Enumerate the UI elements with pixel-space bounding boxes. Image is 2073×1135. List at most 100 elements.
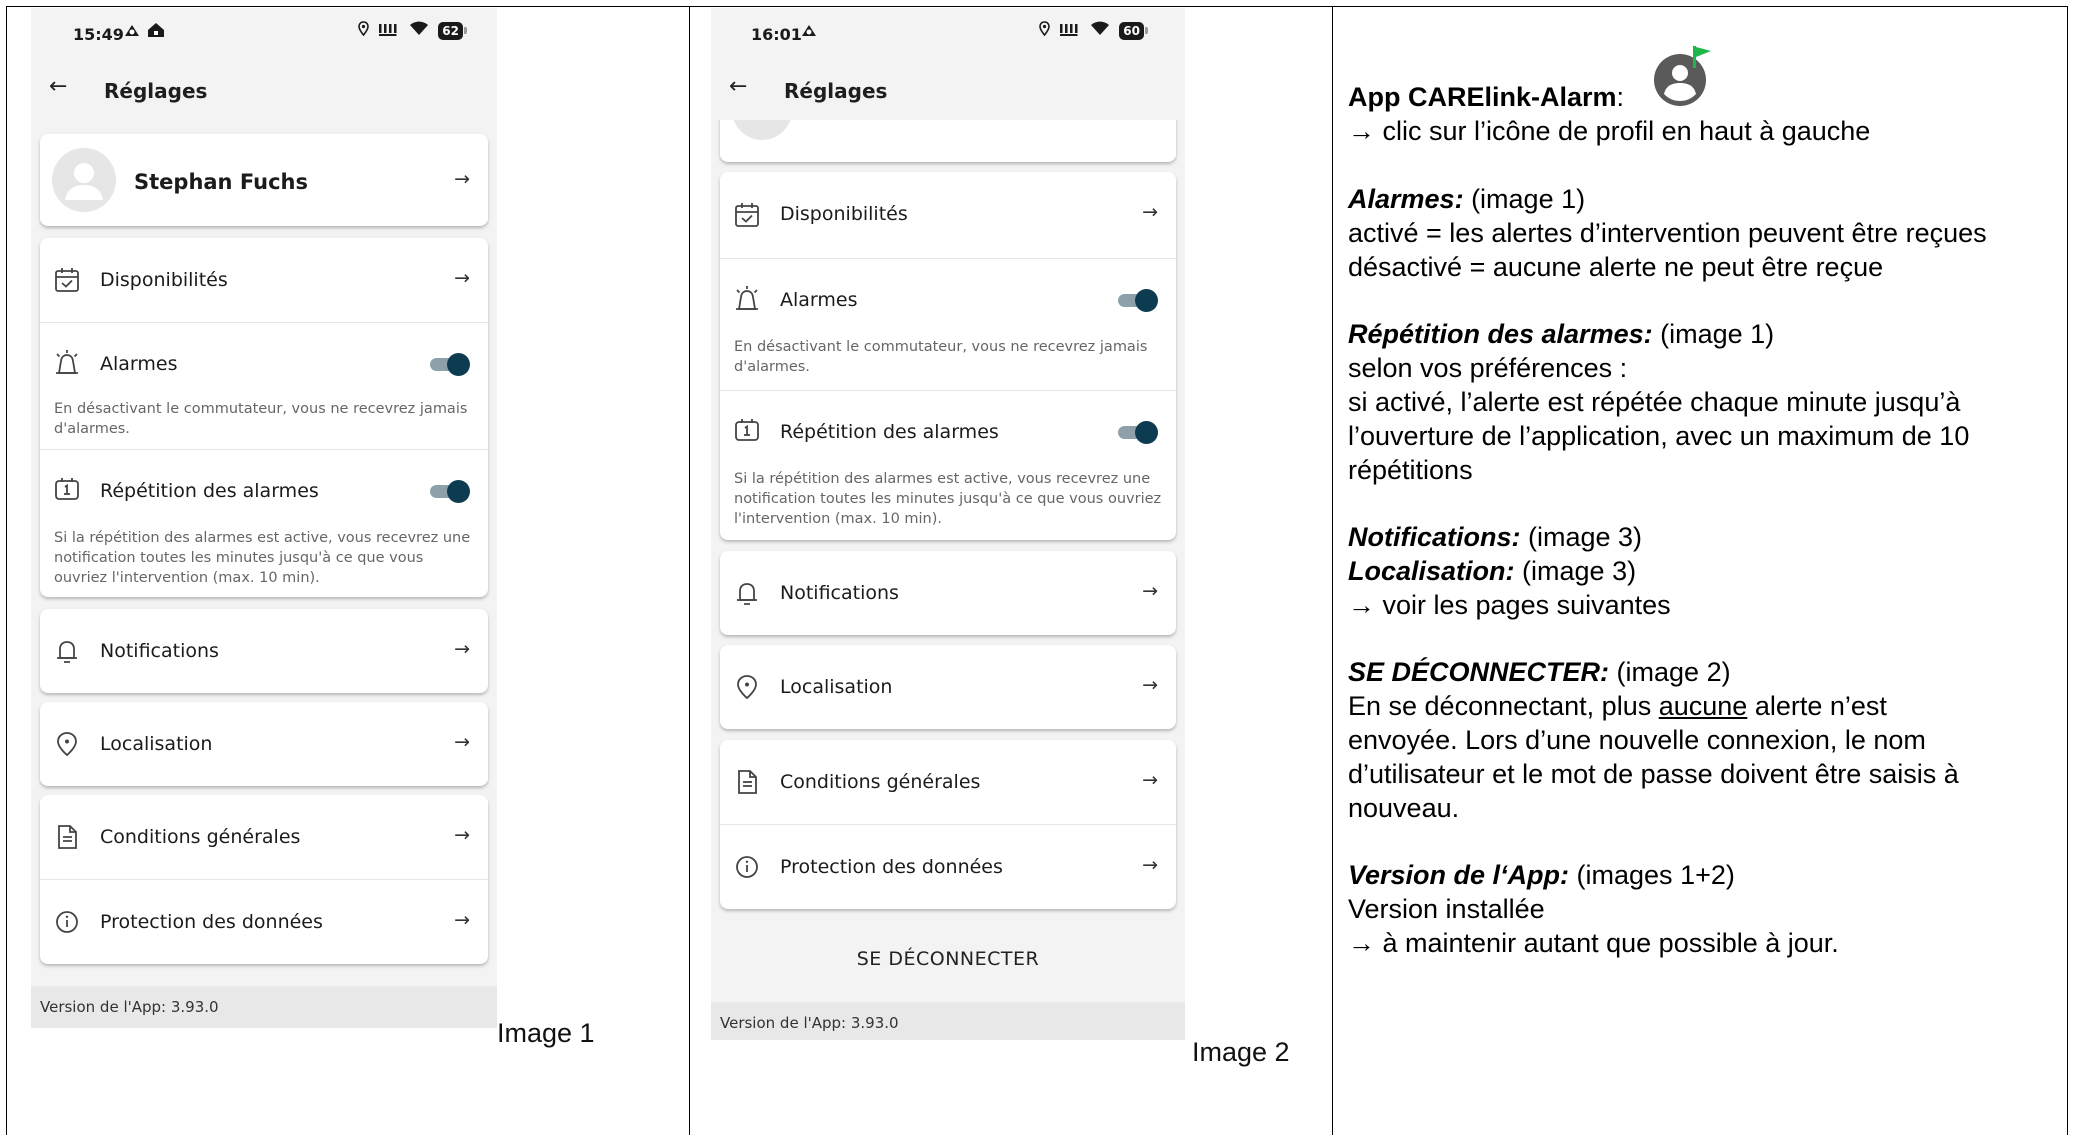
avatar [732, 120, 792, 140]
arrow-right-icon: → [454, 267, 470, 289]
alarms-line: activé = les alertes d’intervention peuv… [1348, 218, 1987, 248]
alarm-icon [53, 349, 81, 381]
calendar-icon [53, 238, 81, 322]
bell-icon [53, 609, 81, 693]
notifications-card[interactable]: Notifications → [40, 609, 488, 693]
row-label: Disponibilités [100, 269, 228, 291]
logout-line: d’utilisateur et le mot de passe doivent… [1348, 759, 1959, 789]
alarms-toggle[interactable] [1118, 288, 1158, 312]
see-next-line: → voir les pages suivantes [1348, 590, 1671, 620]
logout-line: nouveau. [1348, 793, 1460, 823]
arrow-right-icon: → [1142, 580, 1158, 602]
wifi-icon [409, 21, 429, 40]
logout-line: En se déconnectant, plus aucune alerte n… [1348, 691, 1887, 721]
image-caption: Image 1 [497, 1018, 595, 1048]
row-availability[interactable]: Disponibilités → [720, 172, 1176, 258]
column-divider [689, 6, 690, 1135]
wifi-icon [1090, 21, 1110, 40]
row-label: Répétition des alarmes [780, 421, 999, 443]
profile-card[interactable]: Stephan Fuchs → [40, 134, 488, 226]
row-label: Alarmes [100, 353, 178, 375]
row-location[interactable]: Localisation → [40, 702, 488, 786]
back-arrow-icon[interactable]: ← [729, 74, 747, 99]
row-terms[interactable]: Conditions générales → [40, 795, 488, 879]
signal-icon [378, 22, 400, 40]
repeat-line: répétitions [1348, 455, 1473, 485]
arrow-right-icon: → [454, 909, 470, 931]
app-version: Version de l'App: 3.93.0 [720, 1014, 899, 1032]
back-arrow-icon[interactable]: ← [49, 74, 67, 99]
row-label: Alarmes [780, 289, 858, 311]
home-icon [147, 22, 165, 43]
profile-card[interactable] [720, 120, 1176, 162]
alarms-toggle[interactable] [430, 352, 470, 376]
document-icon [53, 795, 81, 879]
row-alarms: Alarmes En désactivant le commutateur, v… [720, 258, 1176, 390]
battery-indicator: 60 [1119, 21, 1148, 40]
version-line: Version installée [1348, 894, 1545, 924]
location-card[interactable]: Localisation → [720, 645, 1176, 729]
row-label: Répétition des alarmes [100, 480, 319, 502]
row-privacy[interactable]: Protection des données → [720, 824, 1176, 908]
logout-button[interactable]: SE DÉCONNECTER [711, 948, 1185, 970]
version-line: → à maintenir autant que possible à jour… [1348, 928, 1839, 958]
row-availability[interactable]: Disponibilités → [40, 238, 488, 322]
row-label: Localisation [100, 733, 213, 755]
row-label: Localisation [780, 676, 893, 698]
row-terms[interactable]: Conditions générales → [720, 740, 1176, 824]
alarms-heading: Alarmes: (image 1) [1348, 184, 1586, 214]
status-bar: 16:01 60 [711, 8, 1185, 60]
location-heading: Localisation: (image 3) [1348, 556, 1637, 586]
arrow-right-icon: → [454, 638, 470, 660]
document-icon [733, 740, 761, 824]
settings-card: Disponibilités → Alarmes En désactivant … [720, 172, 1176, 540]
row-repeat-alarms: Répétition des alarmes Si la répétition … [40, 449, 488, 597]
bell-icon [733, 551, 761, 635]
signal-icon [1059, 22, 1081, 40]
legal-card: Conditions générales → Protection des do… [720, 740, 1176, 909]
page-title: Réglages [784, 79, 888, 103]
arrow-right-icon: → [454, 824, 470, 846]
row-notifications[interactable]: Notifications → [720, 551, 1176, 635]
logout-line: envoyée. Lors d’une nouvelle connexion, … [1348, 725, 1926, 755]
image-caption: Image 2 [1192, 1037, 1290, 1067]
location-status-icon [358, 21, 370, 40]
repeat-alarms-toggle[interactable] [430, 479, 470, 503]
profile-name: Stephan Fuchs [134, 170, 308, 194]
arrow-right-icon: → [1142, 854, 1158, 876]
arrow-right-icon: → [1142, 674, 1158, 696]
profile-app-icon [1654, 46, 1711, 106]
repeat-icon [733, 417, 761, 449]
alarms-description: En désactivant le commutateur, vous ne r… [734, 339, 1148, 375]
row-label: Notifications [780, 582, 899, 604]
notifications-card[interactable]: Notifications → [720, 551, 1176, 635]
repeat-description: Si la répétition des alarmes est active,… [54, 530, 471, 586]
avatar [52, 148, 116, 212]
settings-card: Disponibilités → Alarmes En désactivant … [40, 238, 488, 597]
repeat-line: selon vos préférences : [1348, 353, 1628, 383]
row-location[interactable]: Localisation → [720, 645, 1176, 729]
app-title: App CARElink-Alarm [1348, 82, 1617, 112]
app-version-bar: Version de l'App: 3.93.0 [711, 1002, 1185, 1040]
app-hint: → clic sur l’icône de profil en haut à g… [1348, 116, 1871, 146]
row-repeat-alarms: Répétition des alarmes Si la répétition … [720, 390, 1176, 540]
location-pin-icon [53, 702, 81, 786]
location-status-icon [1039, 21, 1051, 40]
arrow-right-icon: → [454, 731, 470, 753]
version-heading: Version de l‘App: (images 1+2) [1348, 860, 1735, 890]
row-privacy[interactable]: Protection des données → [40, 879, 488, 963]
row-label: Disponibilités [780, 203, 908, 225]
app-version: Version de l'App: 3.93.0 [40, 998, 219, 1016]
repeat-heading: Répétition des alarmes: (image 1) [1348, 319, 1775, 349]
repeat-alarms-toggle[interactable] [1118, 420, 1158, 444]
row-label: Notifications [100, 640, 219, 662]
location-card[interactable]: Localisation → [40, 702, 488, 786]
alarms-line: désactivé = aucune alerte ne peut être r… [1348, 252, 1884, 282]
status-time: 16:01 [751, 25, 802, 44]
row-notifications[interactable]: Notifications → [40, 609, 488, 693]
screenshot-image-2: 16:01 60 ← Réglages Disponibilités → Ala… [711, 8, 1185, 1040]
logout-heading: SE DÉCONNECTER: (image 2) [1348, 657, 1731, 687]
arrow-right-icon: → [1142, 201, 1158, 223]
location-pin-icon [733, 645, 761, 729]
repeat-icon [53, 476, 81, 508]
